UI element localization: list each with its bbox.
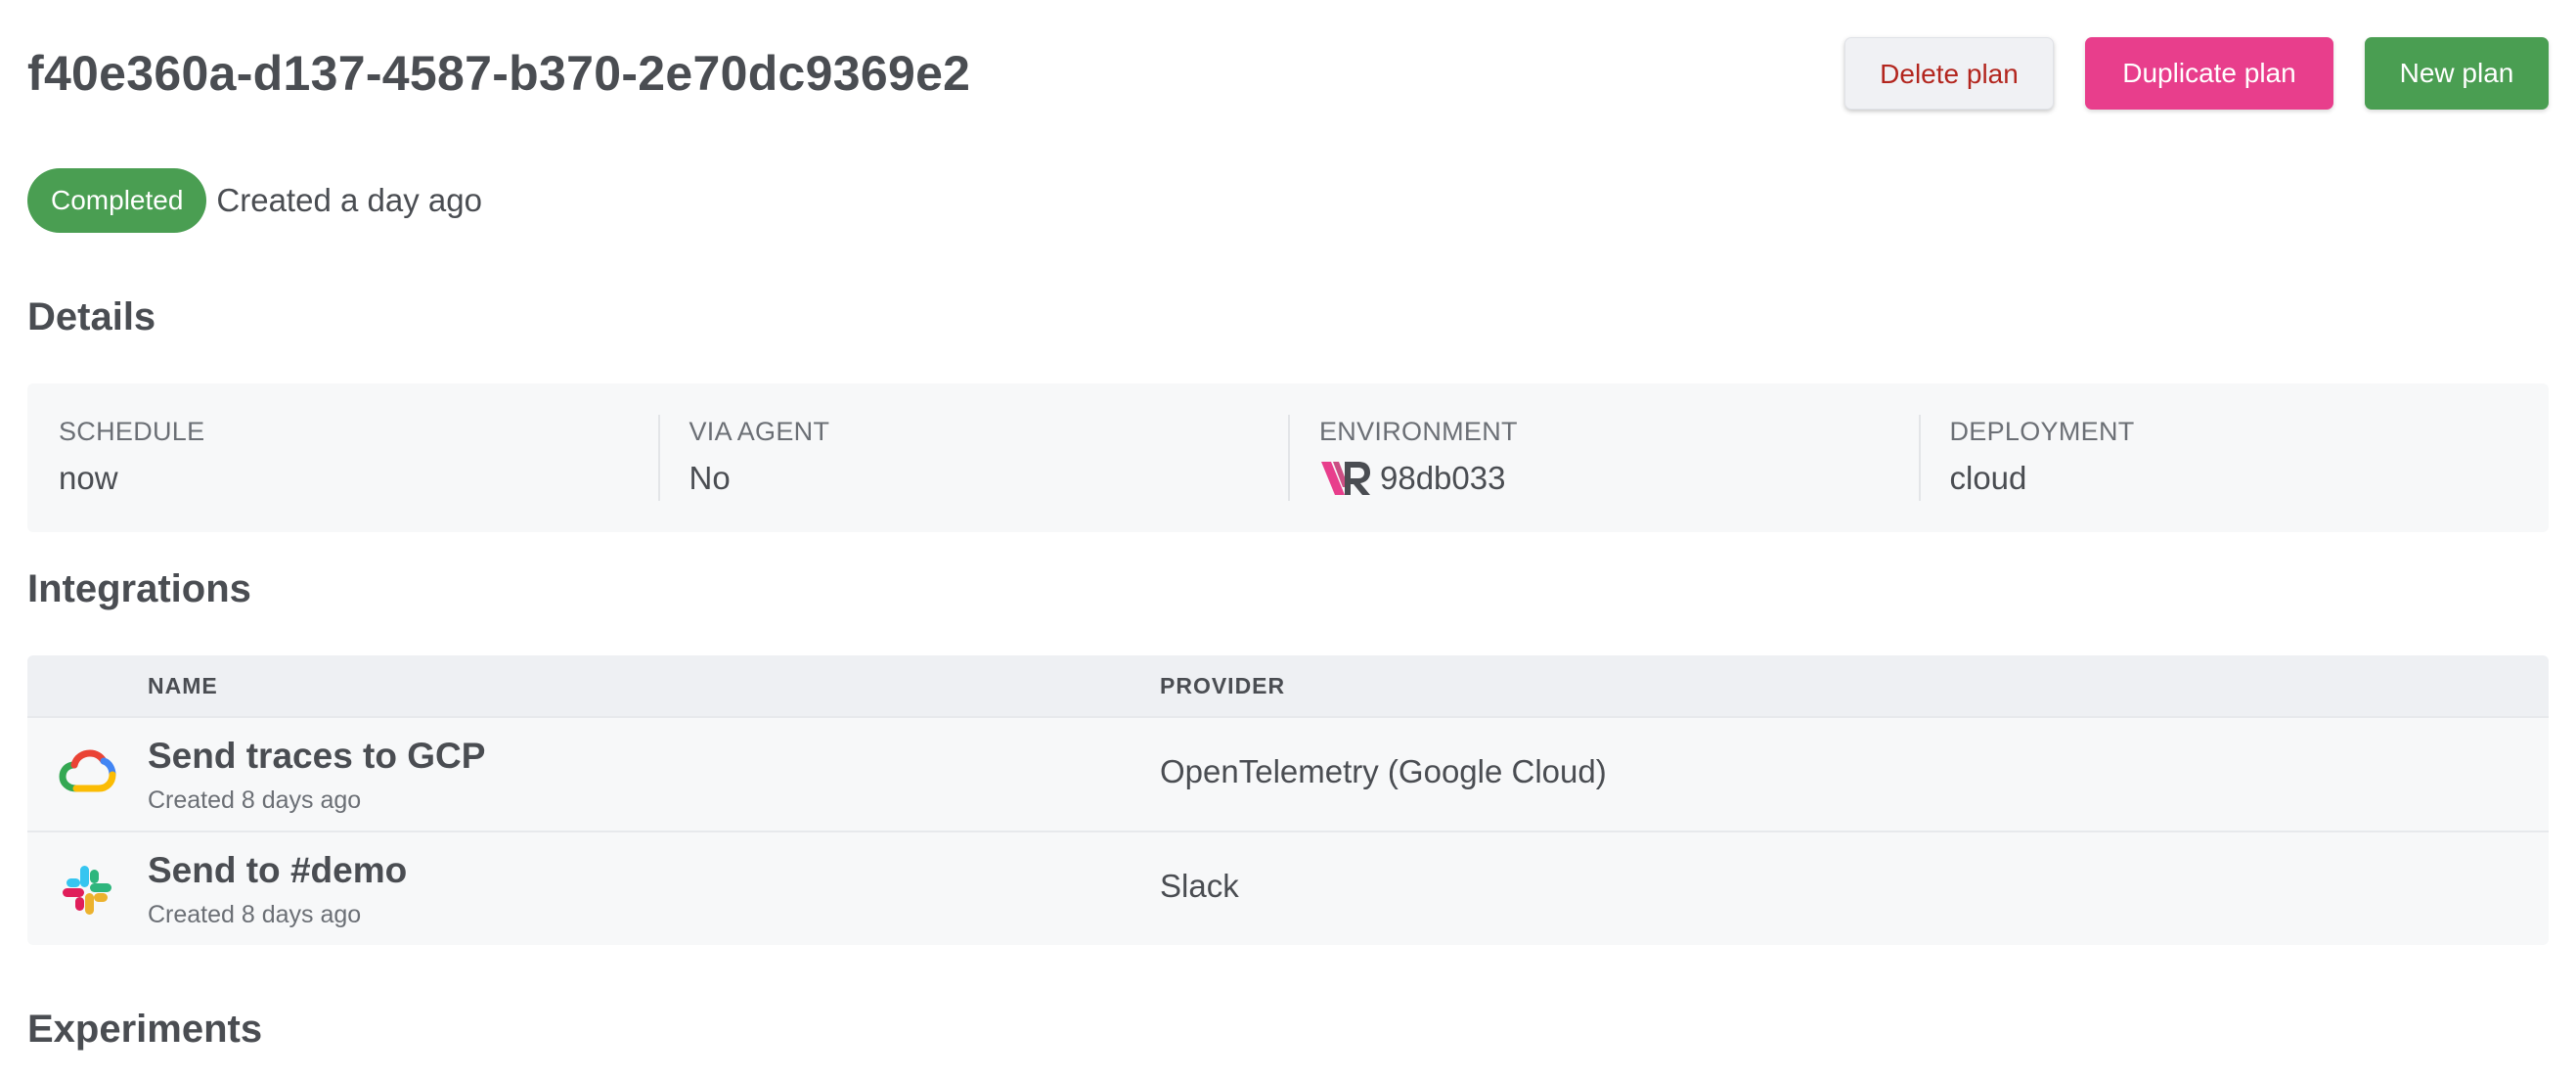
- experiments-heading: Experiments: [27, 1008, 263, 1051]
- duplicate-plan-button[interactable]: Duplicate plan: [2085, 37, 2333, 110]
- plan-detail-page: f40e360a-d137-4587-b370-2e70dc9369e2 Del…: [0, 0, 2576, 1078]
- table-row[interactable]: Send to #demo Created 8 days ago Slack: [27, 831, 2549, 945]
- detail-value: now: [59, 460, 118, 496]
- integration-provider: Slack: [1160, 868, 1239, 904]
- environment-logo-icon: [1321, 462, 1370, 495]
- detail-label: ENVIRONMENT: [1319, 417, 1518, 446]
- status-row: Completed Created a day ago: [27, 168, 482, 233]
- detail-label: SCHEDULE: [59, 417, 205, 446]
- details-panel: SCHEDULE now VIA AGENT No ENVIRONMENT 98…: [27, 383, 2549, 532]
- created-timestamp: Created a day ago: [216, 182, 482, 218]
- integration-created: Created 8 days ago: [148, 786, 362, 814]
- detail-label: VIA AGENT: [688, 417, 830, 446]
- detail-value: No: [688, 460, 731, 496]
- integration-created: Created 8 days ago: [148, 901, 362, 928]
- google-cloud-icon: [59, 749, 116, 792]
- detail-via-agent: VIA AGENT No: [657, 383, 1289, 532]
- table-header: NAME PROVIDER: [27, 655, 2549, 716]
- detail-deployment: DEPLOYMENT cloud: [1918, 383, 2550, 532]
- detail-environment: ENVIRONMENT 98db033: [1288, 383, 1919, 532]
- page-header: f40e360a-d137-4587-b370-2e70dc9369e2 Del…: [27, 37, 2549, 110]
- header-actions: Delete plan Duplicate plan New plan: [1844, 37, 2549, 110]
- integration-name[interactable]: Send to #demo: [148, 850, 407, 891]
- integration-name[interactable]: Send traces to GCP: [148, 736, 485, 777]
- page-title: f40e360a-d137-4587-b370-2e70dc9369e2: [27, 46, 971, 101]
- integrations-heading: Integrations: [27, 567, 251, 610]
- table-row[interactable]: Send traces to GCP Created 8 days ago Op…: [27, 716, 2549, 831]
- integration-provider: OpenTelemetry (Google Cloud): [1160, 753, 1607, 789]
- detail-label: DEPLOYMENT: [1949, 417, 2135, 446]
- details-heading: Details: [27, 295, 156, 338]
- column-header-provider: PROVIDER: [1160, 673, 1286, 698]
- delete-plan-button[interactable]: Delete plan: [1844, 37, 2054, 110]
- column-header-name: NAME: [148, 673, 218, 698]
- detail-schedule: SCHEDULE now: [27, 383, 658, 532]
- integrations-table: NAME PROVIDER Send traces to GCP Created…: [27, 655, 2549, 945]
- detail-value: cloud: [1949, 460, 2027, 496]
- environment-id: 98db033: [1380, 460, 1506, 496]
- status-badge: Completed: [27, 168, 207, 233]
- new-plan-button[interactable]: New plan: [2365, 37, 2549, 110]
- detail-environment-value: 98db033: [1319, 458, 1888, 499]
- slack-icon: [63, 866, 111, 915]
